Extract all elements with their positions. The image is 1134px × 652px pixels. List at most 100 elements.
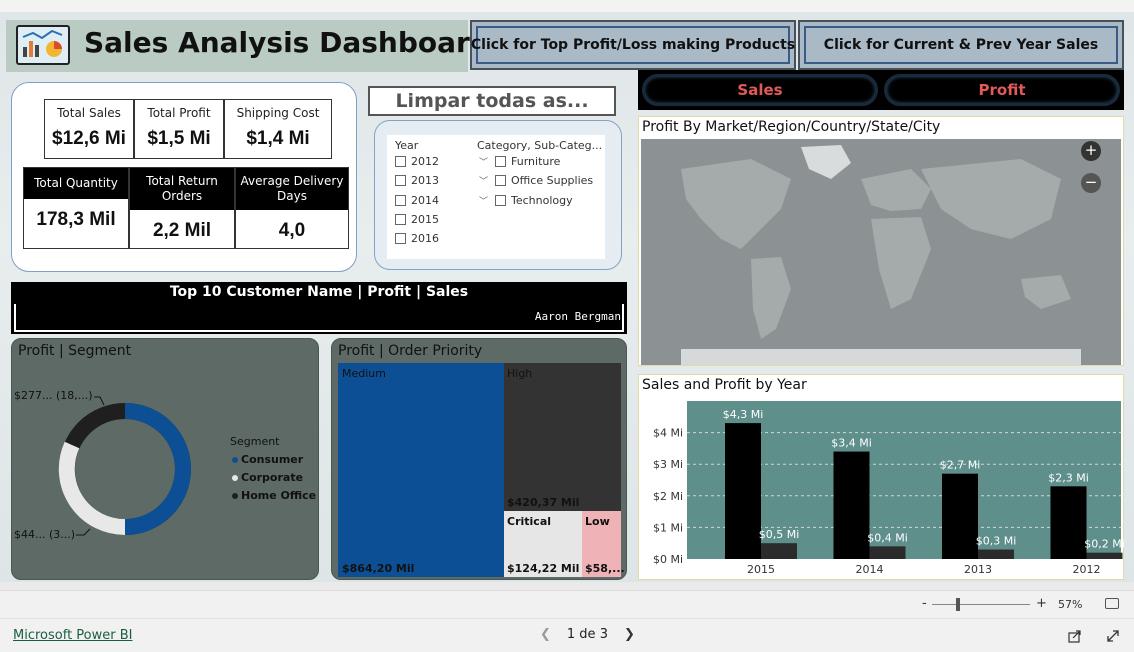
checkbox[interactable] (395, 156, 406, 167)
zoom-slider-track[interactable] (932, 604, 1030, 605)
kpi-panel: Total Sales $12,6 Mi Total Profit $1,5 M… (11, 82, 357, 272)
treemap-tile-critical[interactable]: Critical $124,22 Mil (504, 511, 582, 577)
bar-profit[interactable] (978, 549, 1014, 559)
chevron-down-icon[interactable]: ﹀ (479, 194, 488, 207)
year-option[interactable]: 2016 (395, 232, 439, 245)
sales-toggle-button[interactable]: Sales (642, 74, 878, 106)
kpi-average-delivery-days: Average Delivery Days 4,0 (235, 167, 349, 249)
slicer-panel: Year 2012 2013 2014 2015 2016 Category, … (374, 120, 622, 270)
status-bar: - + 57% (0, 590, 1134, 618)
profit-segment-visual[interactable]: Profit | Segment $277... (18,...) $44...… (11, 338, 319, 580)
kpi-value: 2,2 Mil (152, 220, 212, 241)
year-slicer-header: Year (395, 139, 419, 152)
checkbox[interactable] (395, 233, 406, 244)
page-navigator: ❮ 1 de 3 ❯ (540, 627, 635, 642)
map-zoom-in-button[interactable]: + (1081, 141, 1101, 161)
report-canvas: Sales Analysis Dashboard Click for Top P… (0, 12, 1134, 582)
kpi-value: $1,4 Mi (246, 128, 310, 149)
x-tick-label: 2013 (964, 563, 992, 576)
kpi-value: $1,5 Mi (147, 128, 211, 149)
x-tick-label: 2012 (1073, 563, 1101, 576)
next-page-button[interactable]: ❯ (624, 627, 635, 642)
year-option[interactable]: 2013 (395, 174, 439, 187)
checkbox[interactable] (495, 156, 507, 167)
bar-sales-label: $3,4 Mi (831, 437, 872, 450)
zoom-in-button[interactable]: + (1036, 596, 1047, 611)
bar-sales[interactable] (942, 473, 978, 559)
kpi-value: $12,6 Mi (52, 128, 126, 149)
top10-customers-visual[interactable]: Top 10 Customer Name | Profit | Sales Aa… (11, 282, 627, 334)
y-tick-label: $3 Mi (653, 458, 683, 471)
year-option[interactable]: 2015 (395, 213, 439, 226)
previous-page-button[interactable]: ❮ (540, 627, 551, 642)
clear-filters-button[interactable]: Limpar todas as... (368, 86, 616, 116)
profit-toggle-button[interactable]: Profit (884, 74, 1120, 106)
kpi-label: Total Sales (57, 106, 121, 120)
donut-label-top: $277... (18,...) (14, 389, 93, 402)
profit-map-visual[interactable]: Profit By Market/Region/Country/State/Ci… (638, 116, 1124, 366)
year-option[interactable]: 2012 (395, 155, 439, 168)
x-tick-label: 2015 (747, 563, 775, 576)
legend-item-consumer[interactable]: Consumer (232, 453, 303, 466)
bar-profit[interactable] (761, 543, 797, 559)
zoom-out-button[interactable]: - (922, 596, 927, 611)
treemap-tile-high[interactable]: High $420,37 Mil (504, 363, 621, 511)
bar-profit-label: $0,3 Mi (976, 535, 1017, 548)
leader-line-top (94, 396, 105, 406)
fullscreen-icon[interactable] (1106, 629, 1120, 643)
leader-line-bottom (76, 528, 91, 536)
year-option[interactable]: 2014 (395, 194, 439, 207)
top-products-button[interactable]: Click for Top Profit/Loss making Product… (470, 20, 796, 70)
bar-sales[interactable] (725, 423, 761, 559)
checkbox[interactable] (395, 195, 406, 206)
map-title: Profit By Market/Region/Country/State/Ci… (642, 119, 941, 135)
checkbox[interactable] (495, 175, 507, 186)
legend-dot (232, 456, 238, 463)
bar-sales-label: $4,3 Mi (723, 408, 764, 421)
legend-dot (232, 474, 238, 481)
map-zoom-out-button[interactable]: − (1081, 173, 1101, 193)
bar-profit[interactable] (869, 546, 906, 559)
prev-year-sales-label: Click for Current & Prev Year Sales (823, 37, 1099, 53)
segment-legend-title: Segment (230, 435, 280, 448)
zoom-slider-handle[interactable] (956, 598, 960, 611)
world-map[interactable]: + − (641, 139, 1121, 365)
bar-profit[interactable] (1086, 552, 1123, 559)
y-tick-label: $0 Mi (653, 553, 683, 566)
legend-dot (232, 492, 238, 499)
treemap-tile-medium[interactable]: Medium $864,20 Mil (338, 363, 504, 577)
bar-sales[interactable] (1050, 486, 1087, 559)
share-icon[interactable] (1068, 629, 1082, 643)
page-indicator: 1 de 3 (566, 627, 608, 642)
profit-toggle-label: Profit (978, 81, 1026, 99)
profit-priority-visual[interactable]: Profit | Order Priority Medium $864,20 M… (331, 338, 627, 580)
legend-item-corporate[interactable]: Corporate (232, 471, 303, 484)
checkbox[interactable] (495, 195, 507, 206)
power-bi-link[interactable]: Microsoft Power BI (13, 628, 132, 643)
prev-year-sales-button[interactable]: Click for Current & Prev Year Sales (798, 20, 1124, 70)
category-option[interactable]: ﹀ Technology (479, 194, 573, 207)
category-slicer-header: Category, Sub-Categ... (477, 139, 603, 152)
kpi-total-sales: Total Sales $12,6 Mi (44, 99, 134, 159)
treemap-tile-low[interactable]: Low $58,... (582, 511, 625, 577)
bar-sales[interactable] (833, 451, 870, 559)
kpi-total-quantity: Total Quantity 178,3 Mil (23, 167, 129, 249)
legend-item-home-office[interactable]: Home Office (232, 489, 316, 502)
kpi-total-return-orders: Total Return Orders 2,2 Mil (129, 167, 235, 249)
kpi-label: Total Quantity (24, 168, 128, 199)
fit-to-page-icon[interactable] (1105, 598, 1119, 609)
sales-profit-year-visual[interactable]: Sales and Profit by Year $4,3 Mi $0,5 Mi $… (638, 374, 1125, 580)
kpi-label: Total Return Orders (130, 168, 234, 210)
chevron-down-icon[interactable]: ﹀ (479, 155, 488, 168)
checkbox[interactable] (395, 175, 406, 186)
sales-toggle-label: Sales (737, 81, 783, 99)
top-products-label: Click for Top Profit/Loss making Product… (470, 37, 796, 53)
y-tick-label: $4 Mi (653, 427, 683, 440)
y-tick-label: $2 Mi (653, 490, 683, 503)
category-option[interactable]: ﹀ Office Supplies (479, 174, 593, 187)
category-option[interactable]: ﹀ Furniture (479, 155, 560, 168)
profit-priority-title: Profit | Order Priority (338, 343, 483, 359)
checkbox[interactable] (395, 214, 406, 225)
chevron-down-icon[interactable]: ﹀ (479, 174, 488, 187)
x-tick-label: 2014 (856, 563, 884, 576)
